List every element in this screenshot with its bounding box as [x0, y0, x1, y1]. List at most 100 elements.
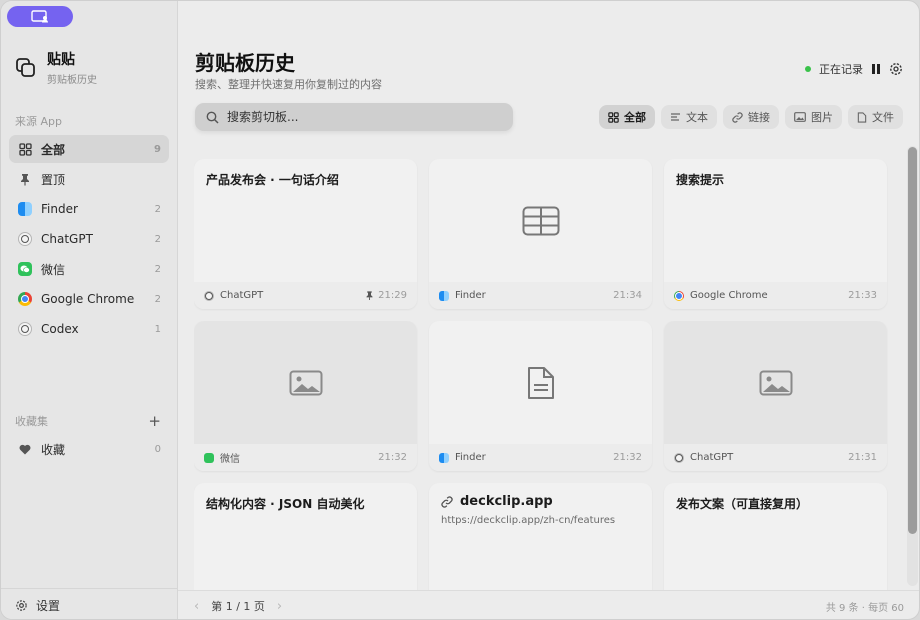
- card-time: 21:32: [613, 452, 642, 463]
- sidebar-item-count: 2: [154, 233, 161, 245]
- clip-card[interactable]: 微信 21:32: [194, 321, 417, 471]
- card-footer: ChatGPT 21:31: [664, 444, 887, 471]
- next-page-button[interactable]: ›: [277, 599, 282, 614]
- clip-card[interactable]: 产品发布会 · 一句话介绍 ChatGPT 21:29: [194, 159, 417, 309]
- sidebar-item-chrome[interactable]: Google Chrome 2: [9, 285, 169, 313]
- card-footer: Finder 21:34: [429, 282, 652, 309]
- page-subtitle: 搜索、整理并快速复用你复制过的内容: [195, 78, 382, 91]
- sidebar-item-label: ChatGPT: [41, 232, 93, 246]
- card-time: 21:29: [378, 290, 407, 301]
- wechat-icon: [204, 452, 214, 463]
- app-window: 贴贴 剪贴板历史 来源 App 全部 9 置顶 Finder 2 ChatGPT…: [0, 0, 920, 620]
- screen-capture-button[interactable]: [7, 6, 73, 27]
- card-time: 21:33: [848, 290, 877, 301]
- main-area: 剪贴板历史 搜索、整理并快速复用你复制过的内容 正在记录 全部 文本 链接: [178, 1, 919, 619]
- card-preview: [194, 321, 417, 444]
- image-icon: [794, 112, 806, 122]
- sidebar-item-count: 2: [154, 263, 161, 275]
- sidebar-item-all[interactable]: 全部 9: [9, 135, 169, 163]
- document-icon: [527, 366, 554, 399]
- filter-label: 文件: [872, 111, 894, 124]
- clip-card[interactable]: deckclip.app https://deckclip.app/zh-cn/…: [429, 483, 652, 590]
- sidebar-item-count: 2: [154, 203, 161, 215]
- card-title: 结构化内容 · JSON 自动美化: [206, 497, 365, 511]
- sidebar-item-count: 2: [154, 293, 161, 305]
- sidebar-item-codex[interactable]: Codex 1: [9, 315, 169, 343]
- page-title: 剪贴板历史: [195, 51, 295, 75]
- search-input[interactable]: [227, 110, 497, 124]
- sidebar-item-label: Codex: [41, 322, 79, 336]
- card-url: https://deckclip.app/zh-cn/features: [441, 515, 616, 526]
- filter-label: 文本: [686, 111, 708, 124]
- filter-text[interactable]: 文本: [661, 105, 717, 129]
- clip-card[interactable]: Finder 21:32: [429, 321, 652, 471]
- sidebar-item-label: 微信: [41, 262, 66, 277]
- filter-chips: 全部 文本 链接 图片 文件: [599, 105, 903, 129]
- pause-icon[interactable]: [871, 63, 881, 75]
- clip-card[interactable]: Finder 21:34: [429, 159, 652, 309]
- card-time: 21:31: [848, 452, 877, 463]
- card-app: ChatGPT: [220, 290, 264, 301]
- scrollbar[interactable]: [907, 146, 918, 586]
- clip-card[interactable]: ChatGPT 21:31: [664, 321, 887, 471]
- card-preview: [429, 159, 652, 282]
- sidebar-item-finder[interactable]: Finder 2: [9, 195, 169, 223]
- filter-link[interactable]: 链接: [723, 105, 779, 129]
- sidebar-item-pinned[interactable]: 置顶: [9, 165, 169, 193]
- filter-all[interactable]: 全部: [599, 105, 655, 129]
- chatgpt-icon: [674, 452, 684, 463]
- wechat-icon: [17, 261, 33, 277]
- card-footer: Finder 21:32: [429, 444, 652, 471]
- card-app: 微信: [220, 454, 240, 465]
- image-icon: [289, 370, 322, 395]
- finder-icon: [17, 201, 33, 217]
- link-icon: [732, 111, 743, 123]
- card-footer: 微信 21:32: [194, 444, 417, 471]
- prev-page-button[interactable]: ‹: [194, 599, 199, 614]
- sources-label: 来源 App: [15, 115, 62, 128]
- card-title: 发布文案（可直接复用）: [676, 497, 809, 511]
- scroll-thumb[interactable]: [908, 147, 917, 534]
- gear-icon: [16, 599, 27, 611]
- card-time: 21:34: [613, 290, 642, 301]
- recording-label: 正在记录: [819, 63, 863, 76]
- text-icon: [671, 113, 680, 121]
- brand-title: 贴贴: [47, 52, 75, 68]
- chatgpt-icon: [204, 290, 214, 301]
- filter-label: 图片: [811, 111, 833, 124]
- clip-card[interactable]: 结构化内容 · JSON 自动美化: [194, 483, 417, 590]
- card-title: 产品发布会 · 一句话介绍: [206, 173, 339, 187]
- sidebar-item-wechat[interactable]: 微信 2: [9, 255, 169, 283]
- add-collection-button[interactable]: +: [148, 414, 161, 429]
- sidebar-item-count: 9: [154, 143, 161, 155]
- filter-image[interactable]: 图片: [785, 105, 842, 129]
- chatgpt-icon: [17, 231, 33, 247]
- sidebar-item-chatgpt[interactable]: ChatGPT 2: [9, 225, 169, 253]
- copy-icon: [16, 57, 35, 77]
- card-app: Finder: [455, 452, 486, 463]
- page-indicator: 第 1 / 1 页: [211, 600, 265, 613]
- settings-button[interactable]: 设置: [1, 588, 178, 619]
- file-icon: [857, 111, 867, 123]
- card-link-title: deckclip.app: [441, 494, 553, 509]
- chrome-icon: [674, 290, 684, 301]
- card-app: ChatGPT: [690, 452, 734, 463]
- pin-icon: [366, 291, 373, 300]
- brand: 贴贴 剪贴板历史: [15, 49, 97, 86]
- recording-status: 正在记录: [805, 61, 903, 77]
- pager: ‹ 第 1 / 1 页 ›: [194, 598, 282, 614]
- card-app: Google Chrome: [690, 290, 768, 301]
- gear-icon[interactable]: [889, 62, 903, 76]
- pagination-bar: ‹ 第 1 / 1 页 › 共 9 条 · 每页 60: [178, 590, 919, 619]
- card-footer: Google Chrome 21:33: [664, 282, 887, 309]
- pin-icon: [17, 171, 33, 187]
- screen-user-icon: [31, 10, 48, 23]
- collections-header: 收藏集 +: [15, 413, 161, 429]
- clip-card[interactable]: 搜索提示 Google Chrome 21:33: [664, 159, 887, 309]
- filter-file[interactable]: 文件: [848, 105, 903, 129]
- sidebar-item-label: Finder: [41, 202, 78, 216]
- sidebar-item-favorites[interactable]: 收藏 0: [9, 435, 169, 463]
- search-bar: [195, 103, 513, 131]
- clip-card[interactable]: 发布文案（可直接复用）: [664, 483, 887, 590]
- brand-subtitle: 剪贴板历史: [47, 75, 97, 86]
